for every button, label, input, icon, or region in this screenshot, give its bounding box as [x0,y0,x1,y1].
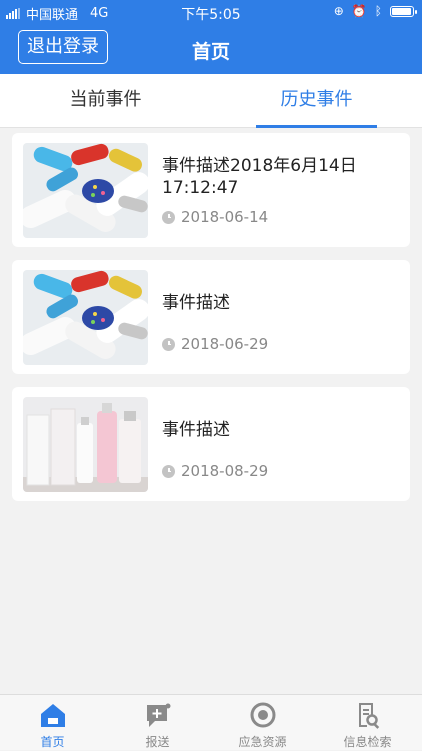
event-thumbnail-pills [23,270,148,365]
tabbar-label: 信息检索 [343,735,392,749]
event-date: 2018-06-14 [162,208,268,226]
clock-icon [162,464,175,478]
event-thumbnail-cosmetics [23,397,148,492]
event-date-text: 2018-06-29 [181,335,269,353]
clock-icon [162,210,175,224]
event-tabs: 当前事件 历史事件 [0,74,422,128]
report-icon [147,703,171,727]
status-bar: 中国联通 4G 下午5:05 ⊕ ⏰ ᛒ [0,0,422,24]
active-tab-indicator [256,125,377,128]
tab-current-events[interactable]: 当前事件 [0,74,211,128]
alarm-icon: ⏰ [351,4,367,18]
tabbar-label: 应急资源 [238,735,287,749]
event-date: 2018-06-29 [162,335,268,353]
tabbar-item-resources[interactable]: 应急资源 [210,695,315,751]
tabbar-label: 首页 [40,735,65,749]
event-date-text: 2018-06-14 [181,208,269,226]
list-item[interactable]: 事件描述 2018-06-29 [12,260,410,374]
event-list: 事件描述2018年6月14日17:12:47 2018-06-14 事件描述 2… [12,133,410,514]
home-icon [41,704,65,727]
event-thumbnail-pills [23,143,148,238]
tabbar-item-home[interactable]: 首页 [0,695,105,751]
page-title: 首页 [191,41,230,63]
bottom-tab-bar: 首页 报送 应急资源 信息检索 [0,694,422,750]
event-title: 事件描述2018年6月14日17:12:47 [162,156,357,198]
search-doc-icon [359,703,380,729]
tabbar-label: 报送 [145,735,170,749]
resource-icon [250,702,276,728]
clock-icon [162,337,175,351]
event-date-text: 2018-08-29 [181,462,269,480]
battery-icon [390,5,417,17]
tab-history-events[interactable]: 历史事件 [211,74,422,128]
list-item[interactable]: 事件描述 2018-08-29 [12,387,410,501]
tabbar-item-search[interactable]: 信息检索 [315,695,420,751]
nav-bar: 退出登录 首页 [0,24,422,74]
list-item[interactable]: 事件描述2018年6月14日17:12:47 2018-06-14 [12,133,410,247]
event-title: 事件描述 [162,293,230,313]
event-title: 事件描述 [162,420,230,440]
rotation-lock-icon: ⊕ [333,4,344,18]
event-date: 2018-08-29 [162,462,268,480]
tabbar-item-report[interactable]: 报送 [105,695,210,751]
bluetooth-icon: ᛒ [374,4,382,18]
